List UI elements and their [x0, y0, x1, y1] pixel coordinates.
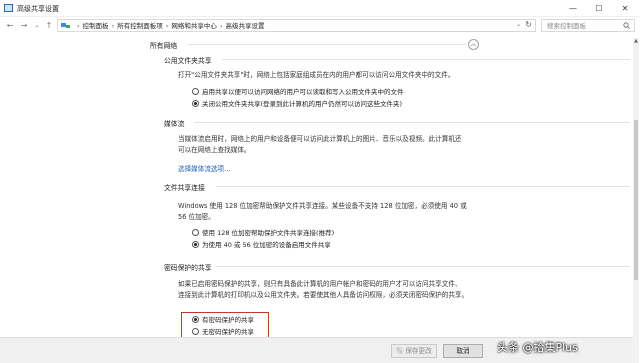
divider [194, 122, 630, 123]
choose-media-streaming-link[interactable]: 选择媒体流选项... [178, 163, 230, 173]
network-icon [61, 23, 70, 28]
maximize-button[interactable]: ☐ [586, 0, 612, 17]
save-changes-label: 保存更改 [405, 347, 432, 355]
section-description-line1: Windows 使用 128 位加密帮助保护文件共享连接。某些设备不支持 128… [178, 202, 467, 210]
radio-button-selected[interactable] [192, 100, 199, 107]
forward-arrow-icon[interactable]: → [18, 19, 30, 32]
radio-128-bit-encryption[interactable]: 使用 128 位加密帮助保护文件共享连接(推荐) [192, 229, 334, 238]
section-description-line1: 当媒体流启用时，网络上的用户和设备便可以访问此计算机上的图片、音乐以及视频。此计… [178, 135, 462, 143]
section-description-line1: 如果已启用密码保护的共享，则只有具备此计算机的用户帐户和密码的用户才可以访问共享… [178, 280, 462, 288]
radio-40-56-bit-encryption[interactable]: 为使用 40 或 56 位加密的设备启用文件共享 [192, 241, 331, 250]
search-input[interactable]: 搜索控制面板 [541, 19, 635, 32]
uac-shield-icon [396, 347, 403, 354]
control-panel-icon [4, 4, 13, 12]
annotation-highlight-box [181, 312, 269, 339]
settings-content: 所有网络 ︿ 公用文件夹共享 打开"公用文件夹共享"时，网络上包括家庭组成员在内… [0, 36, 640, 363]
radio-button-selected[interactable] [192, 241, 199, 248]
breadcrumb-all-items[interactable]: 所有控制面板项 [117, 22, 163, 30]
refresh-icon[interactable]: ↻ [525, 20, 532, 29]
radio-disable-public-sharing[interactable]: 关闭公用文件夹共享(登录到此计算机的用户仍然可以访问这些文件夹) [192, 100, 402, 109]
save-changes-button[interactable]: 保存更改 [391, 344, 437, 358]
radio-button[interactable] [192, 88, 199, 95]
radio-enable-public-sharing[interactable]: 启用共享以便可以访问网络的用户可以读取和写入公用文件夹中的文件 [192, 88, 404, 97]
back-arrow-icon[interactable]: ← [4, 19, 16, 32]
breadcrumb-control-panel[interactable]: 控制面板 [83, 22, 109, 30]
section-description-line2: 连接到此计算机的打印机以及公用文件夹。若要使其他人具备访问权限，必须关闭密码保护… [178, 291, 469, 299]
address-dropdown-icon[interactable]: ⌄ [516, 21, 521, 28]
scrollbar-thumb[interactable] [634, 120, 638, 280]
collapse-chevron-up-icon[interactable]: ︿ [468, 39, 479, 50]
navigation-bar: ← → ⌄ ↑ › 控制面板 › 所有控制面板项 › 网络和共享中心 › 高级共享设置 ⌄ ↻… [0, 17, 640, 34]
divider [216, 266, 630, 267]
title-bar: 高级共享设置 — ☐ ✕ [0, 0, 640, 17]
breadcrumb: › 控制面板 › 所有控制面板项 › 网络和共享中心 › 高级共享设置 [77, 22, 265, 30]
close-button[interactable]: ✕ [612, 0, 638, 17]
section-title-media-streaming: 媒体流 [164, 120, 185, 128]
watermark: 头条 @拾集Plus [497, 341, 578, 354]
divider [216, 186, 630, 187]
section-description-line2: 可以在网络上查找媒体。 [178, 146, 251, 154]
group-title: 所有网络 [150, 42, 178, 50]
section-title-file-sharing-connections: 文件共享连接 [164, 184, 205, 192]
recent-chevron-down-icon[interactable]: ⌄ [31, 19, 43, 32]
radio-button[interactable] [192, 229, 199, 236]
up-arrow-icon[interactable]: ↑ [43, 19, 55, 32]
search-icon [623, 22, 630, 29]
breadcrumb-network-center[interactable]: 网络和共享中心 [171, 22, 217, 30]
section-description: 打开"公用文件夹共享"时，网络上包括家庭组成员在内的用户都可以访问公用文件夹中的… [178, 71, 455, 79]
search-placeholder: 搜索控制面板 [547, 22, 586, 30]
section-title-password-protected-sharing: 密码保护的共享 [164, 264, 212, 272]
breadcrumb-advanced-sharing[interactable]: 高级共享设置 [225, 22, 264, 30]
divider [222, 59, 630, 60]
divider [188, 44, 466, 45]
section-description-line2: 56 位加密。 [178, 213, 215, 221]
section-title-public-folder: 公用文件夹共享 [164, 57, 212, 65]
address-bar[interactable]: › 控制面板 › 所有控制面板项 › 网络和共享中心 › 高级共享设置 ⌄ ↻ [57, 19, 536, 32]
cancel-button[interactable]: 取消 [443, 344, 483, 358]
scroll-up-arrow-icon[interactable]: ▲ [633, 38, 639, 46]
window-title: 高级共享设置 [17, 5, 59, 13]
minimize-button[interactable]: — [560, 0, 586, 17]
